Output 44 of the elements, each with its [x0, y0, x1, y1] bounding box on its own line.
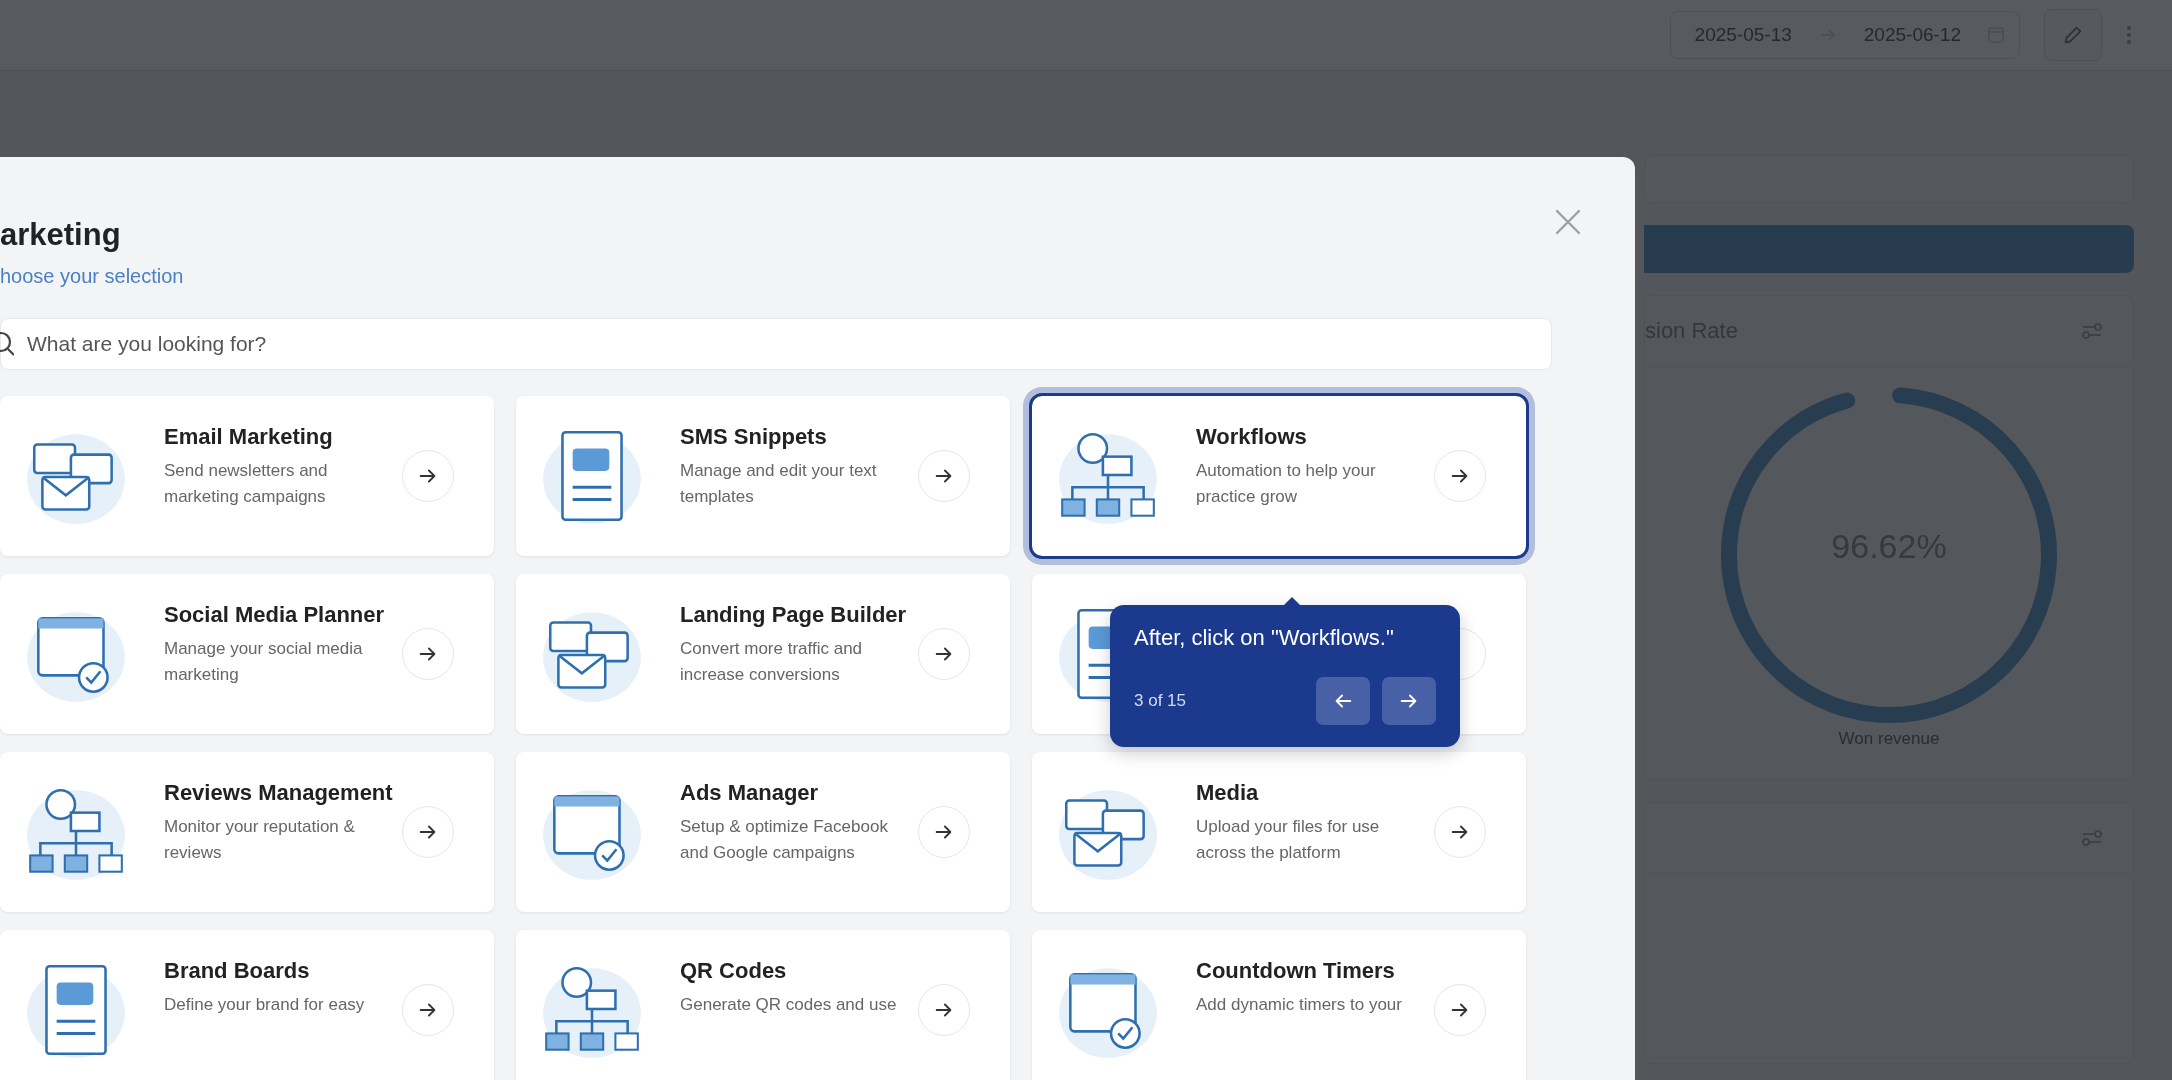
card-title: QR Codes — [680, 958, 788, 984]
search-field[interactable]: What are you looking for? — [0, 318, 1552, 370]
feature-card[interactable]: Landing Page Builder Convert more traffic and increase conversions — [516, 574, 1010, 734]
modal-subtitle: hoose your selection — [0, 265, 185, 288]
feature-card[interactable]: Email Marketing Send newsletters and marketing campaigns — [0, 396, 494, 556]
feature-card[interactable]: Reviews Management Monitor your reputation & reviews — [0, 752, 494, 912]
tooltip-message: After, click on "Workflows." — [1134, 625, 1395, 651]
card-title: Reviews Management — [164, 780, 394, 806]
edit-button[interactable] — [2044, 9, 2102, 61]
card-title: Brand Boards — [164, 958, 311, 984]
feature-card[interactable]: Countdown Timers Add dynamic timers to your — [1032, 930, 1526, 1080]
card-description: Automation to help your practice grow — [1196, 460, 1377, 508]
filter-icon[interactable] — [2081, 828, 2103, 848]
card-description: Monitor your reputation & reviews — [164, 816, 356, 864]
card-title: Countdown Timers — [1196, 958, 1396, 984]
pencil-icon — [2062, 24, 2084, 46]
card-description: Setup & optimize Facebook and Google campaigns — [680, 816, 889, 864]
card-title: Email Marketing — [164, 424, 334, 450]
feature-card[interactable]: SMS Snippets Manage and edit your text templates — [516, 396, 1010, 556]
card-description: Upload your files for use across the platform — [1196, 816, 1381, 864]
more-options-icon[interactable] — [2126, 25, 2132, 45]
feature-card[interactable]: Social Media Planner Manage your social media marketing — [0, 574, 494, 734]
card-title: Ads Manager — [680, 780, 820, 806]
feature-card[interactable]: Brand Boards Define your brand for easy — [0, 930, 494, 1080]
card-title: Media — [1196, 780, 1260, 806]
card-description: Add dynamic timers to your — [1196, 994, 1403, 1016]
card-title: Workflows — [1196, 424, 1308, 450]
feature-card[interactable]: Media Upload your files for use across the platform — [1032, 752, 1526, 912]
card-description: Generate QR codes and use — [680, 994, 898, 1016]
previous-button[interactable] — [1316, 677, 1370, 725]
close-icon[interactable] — [1553, 207, 1583, 237]
modal-title: arketing — [0, 217, 122, 253]
card-title: Landing Page Builder — [680, 602, 908, 628]
card-description: Manage your social media marketing — [164, 638, 364, 686]
feature-card[interactable]: QR Codes Generate QR codes and use — [516, 930, 1010, 1080]
filter-icon[interactable] — [2081, 321, 2103, 341]
card-title: Social Media Planner — [164, 602, 386, 628]
card-title: SMS Snippets — [680, 424, 828, 450]
card-description: Convert more traffic and increase conversions — [680, 638, 864, 686]
step-counter: 3 of 15 — [1134, 691, 1187, 711]
feature-card[interactable]: Ads Manager Setup & optimize Facebook and Google campaigns — [516, 752, 1010, 912]
card-description: Manage and edit your text templates — [680, 460, 878, 508]
card-description: Define your brand for easy — [164, 994, 366, 1016]
card-description: Send newsletters and marketing campaigns — [164, 460, 329, 508]
